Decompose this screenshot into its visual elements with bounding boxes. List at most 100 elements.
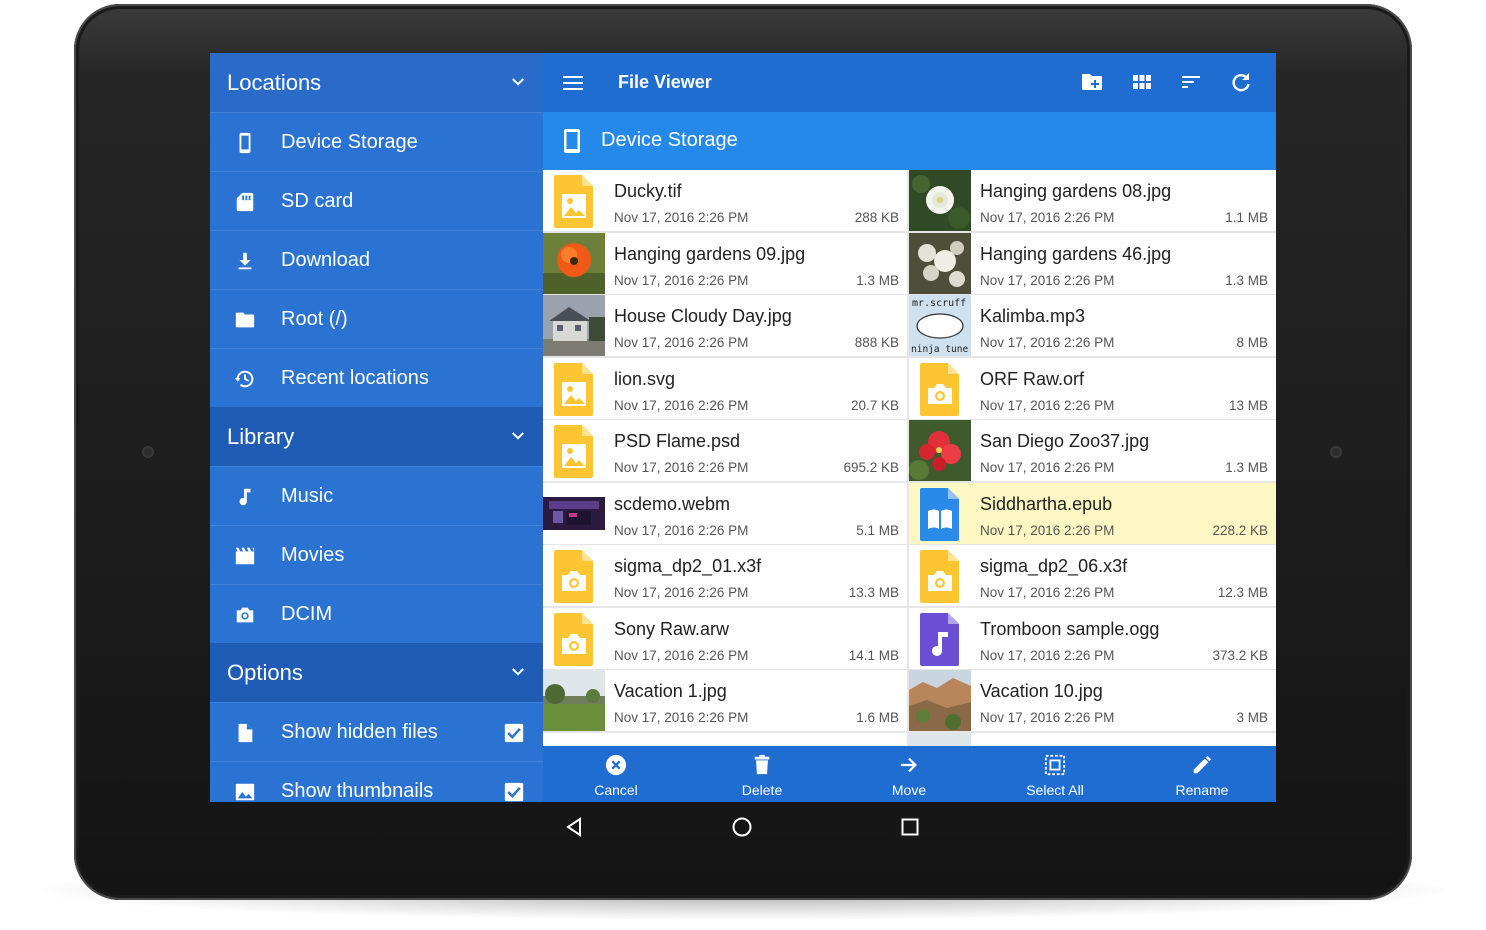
- file-item[interactable]: Hanging gardens 46.jpg Nov 17, 2016 2:26 …: [909, 232, 1276, 294]
- file-thumbnail: [543, 608, 605, 669]
- file-thumbnail: [543, 482, 605, 544]
- file-item-partial[interactable]: [909, 732, 1276, 746]
- file-date: Nov 17, 2016 2:26 PM: [980, 335, 1115, 350]
- drawer-item-dcim[interactable]: DCIM: [210, 584, 543, 643]
- delete-button[interactable]: Delete: [712, 746, 812, 802]
- arrow-right-icon: [900, 757, 917, 773]
- file-date: Nov 17, 2016 2:26 PM: [614, 210, 749, 225]
- file-item[interactable]: Ducky.tif Nov 17, 2016 2:26 PM 288 KB: [543, 170, 907, 231]
- file-name: lion.svg: [614, 368, 676, 389]
- file-item[interactable]: Tromboon sample.ogg Nov 17, 2016 2:26 PM 3…: [909, 607, 1276, 669]
- file-item[interactable]: Vacation 1.jpg Nov 17, 2016 2:26 PM 1.6 MB: [543, 670, 907, 731]
- rename-button[interactable]: Rename: [1152, 746, 1252, 802]
- file-item[interactable]: PSD Flame.psd Nov 17, 2016 2:26 PM 695.2 K…: [543, 420, 907, 481]
- file-item[interactable]: San Diego Zoo37.jpg Nov 17, 2016 2:26 PM 1…: [909, 420, 1276, 481]
- drawer-item-device-storage[interactable]: Device Storage: [210, 112, 543, 171]
- home-icon[interactable]: [731, 816, 753, 838]
- file-size: 20.7 KB: [850, 397, 899, 413]
- file-item[interactable]: Siddhartha.epub Nov 17, 2016 2:26 PM 228.2…: [909, 482, 1276, 544]
- move-button[interactable]: Move: [859, 746, 959, 802]
- checkbox-checked-icon[interactable]: [504, 723, 524, 743]
- checkbox-checked-icon[interactable]: [504, 782, 524, 802]
- file-thumbnail: [909, 732, 971, 746]
- refresh-icon[interactable]: [1229, 70, 1253, 94]
- file-size: 13 MB: [1228, 397, 1268, 413]
- file-date: Nov 17, 2016 2:26 PM: [980, 210, 1115, 225]
- file-thumbnail: [543, 232, 605, 294]
- file-item[interactable]: sigma_dp2_01.x3f Nov 17, 2016 2:26 PM 13.3…: [543, 545, 907, 606]
- file-size: 373.2 KB: [1212, 647, 1268, 663]
- section-title: Locations: [227, 69, 322, 95]
- file-size: 14.1 MB: [848, 647, 899, 663]
- chevron-down-icon: [512, 432, 524, 440]
- file-size: 888 KB: [854, 335, 899, 350]
- file-item[interactable]: sigma_dp2_06.x3f Nov 17, 2016 2:26 PM 12.3…: [909, 545, 1276, 606]
- action-label: Cancel: [594, 782, 638, 798]
- file-item[interactable]: lion.svg Nov 17, 2016 2:26 PM 20.7 KB: [543, 357, 907, 419]
- chevron-down-icon: [512, 668, 524, 676]
- drawer-item-sd-card[interactable]: SD card: [210, 171, 543, 230]
- file-name: sigma_dp2_06.x3f: [980, 556, 1128, 576]
- left-sensor: [142, 446, 154, 458]
- drawer-item-show-hidden-files[interactable]: Show hidden files: [210, 702, 543, 761]
- file-size: 695.2 KB: [843, 460, 899, 475]
- file-size: 1.3 MB: [856, 272, 899, 288]
- cancel-button[interactable]: Cancel: [566, 746, 666, 802]
- action-label: Rename: [1175, 782, 1229, 798]
- file-thumbnail: [909, 608, 971, 669]
- drawer-item-download[interactable]: Download: [210, 230, 543, 289]
- file-name: ORF Raw.orf: [980, 368, 1085, 389]
- back-icon[interactable]: [563, 816, 585, 838]
- drawer-item-label: Download: [281, 248, 370, 271]
- recents-icon[interactable]: [899, 816, 921, 838]
- file-name: Hanging gardens 46.jpg: [980, 243, 1172, 264]
- file-size: 228.2 KB: [1212, 522, 1268, 538]
- drawer-item-label: SD card: [281, 189, 354, 212]
- file-name: Vacation 1.jpg: [614, 681, 727, 701]
- right-sensor: [1330, 446, 1342, 458]
- locations-section-header[interactable]: Locations: [210, 53, 543, 112]
- grid-view-icon[interactable]: [1130, 70, 1154, 94]
- menu-icon[interactable]: [561, 71, 585, 95]
- file-name: San Diego Zoo37.jpg: [980, 431, 1150, 451]
- breadcrumb[interactable]: Device Storage: [543, 112, 1276, 170]
- file-item[interactable]: ORF Raw.orf Nov 17, 2016 2:26 PM 13 MB: [909, 357, 1276, 419]
- file-item[interactable]: Sony Raw.arw Nov 17, 2016 2:26 PM 14.1 MB: [543, 607, 907, 669]
- file-thumbnail: [909, 545, 971, 606]
- drawer-item-movies[interactable]: Movies: [210, 525, 543, 584]
- file-item[interactable]: Hanging gardens 08.jpg Nov 17, 2016 2:26 …: [909, 170, 1276, 231]
- svg-text:mr.scruff: mr.scruff: [912, 298, 966, 309]
- file-item[interactable]: House Cloudy Day.jpg Nov 17, 2016 2:26 PM…: [543, 295, 907, 356]
- file-thumbnail: [543, 295, 605, 356]
- file-name: Hanging gardens 08.jpg: [980, 181, 1172, 201]
- file-thumbnail: [543, 420, 605, 481]
- action-label: Delete: [741, 782, 783, 798]
- library-section-header[interactable]: Library: [210, 407, 543, 466]
- drawer-item-music[interactable]: Music: [210, 466, 543, 525]
- drawer-item-label: Recent locations: [281, 366, 429, 389]
- file-thumbnail: [543, 170, 605, 231]
- file-thumbnail: [909, 420, 971, 481]
- file-item[interactable]: scdemo.webm Nov 17, 2016 2:26 PM 5.1 MB: [543, 482, 907, 544]
- file-size: 3 MB: [1236, 710, 1268, 725]
- drawer-item-recent-locations[interactable]: Recent locations: [210, 348, 543, 407]
- file-item-partial[interactable]: [543, 732, 907, 746]
- file-item[interactable]: mr.scruff ninja tune Kalimba.mp3 Nov 17, 20…: [909, 295, 1276, 356]
- sort-icon[interactable]: [1179, 70, 1203, 94]
- drawer-item-label: Root (/): [281, 307, 348, 330]
- file-item[interactable]: Vacation 10.jpg Nov 17, 2016 2:26 PM 3 MB: [909, 670, 1276, 731]
- file-date: Nov 17, 2016 2:26 PM: [614, 647, 749, 663]
- drawer-item-root[interactable]: Root (/): [210, 289, 543, 348]
- new-folder-icon[interactable]: [1080, 70, 1104, 94]
- file-name: Vacation 10.jpg: [980, 681, 1103, 701]
- navigation-drawer: Locations Device Storage SD card Downloa…: [210, 53, 543, 802]
- file-name: scdemo.webm: [614, 493, 731, 514]
- file-item[interactable]: Hanging gardens 09.jpg Nov 17, 2016 2:26 …: [543, 232, 907, 294]
- file-date: Nov 17, 2016 2:26 PM: [980, 272, 1115, 288]
- options-section-header[interactable]: Options: [210, 643, 543, 702]
- file-grid: Ducky.tif Nov 17, 2016 2:26 PM 288 KB Hangi…: [543, 170, 1276, 746]
- select-all-button[interactable]: Select All: [1005, 746, 1105, 802]
- phone-icon: [564, 129, 580, 153]
- file-name: Kalimba.mp3: [980, 306, 1086, 326]
- drawer-item-show-thumbnails[interactable]: Show thumbnails: [210, 761, 543, 802]
